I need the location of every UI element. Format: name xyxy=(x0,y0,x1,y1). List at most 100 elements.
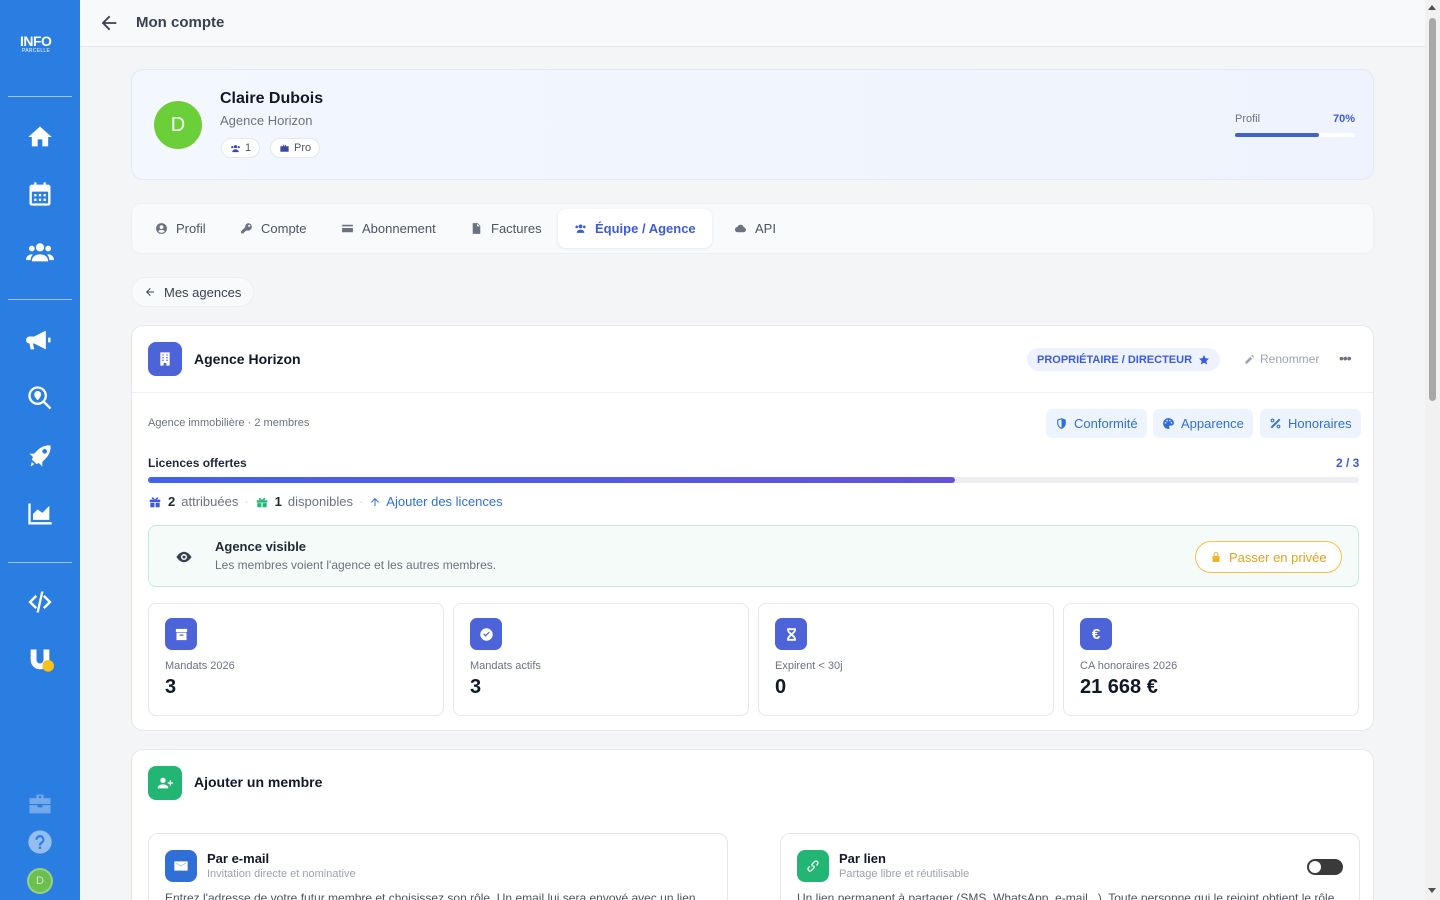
briefcase-icon xyxy=(280,144,289,152)
tab-compte[interactable]: Compte xyxy=(224,209,323,248)
available-count: 1 xyxy=(274,494,282,509)
add-member-card: Ajouter un membre Par e-mail Invitation … xyxy=(131,749,1374,900)
profile-agency: Agence Horizon xyxy=(220,113,313,128)
invite-link-toggle[interactable] xyxy=(1307,859,1343,875)
agency-header: Agence Horizon PROPRIÉTAIRE / DIRECTEUR … xyxy=(132,326,1373,393)
visibility-title: Agence visible xyxy=(215,539,307,554)
profile-progress-percent: 70% xyxy=(1333,113,1356,125)
more-options-button[interactable]: ••• xyxy=(1339,350,1352,366)
calendar-icon[interactable] xyxy=(24,178,56,210)
link-invite-subtitle: Partage libre et réutilisable xyxy=(839,868,970,880)
tab-api[interactable]: API xyxy=(718,209,792,248)
tab-label: Équipe / Agence xyxy=(595,221,696,236)
stat-value: 21 668 € xyxy=(1080,676,1158,698)
scroll-up-arrow[interactable] xyxy=(1428,5,1436,10)
licences-stats: 2 attribuées · 1 disponibles · Ajouter d… xyxy=(148,494,503,509)
cloud-icon xyxy=(734,224,746,233)
tab-factures[interactable]: Factures xyxy=(454,209,558,248)
fees-label: Honoraires xyxy=(1288,416,1352,431)
scroll-thumb[interactable] xyxy=(1429,18,1436,401)
agency-subtitle: Agence immobilière · 2 membres xyxy=(148,417,310,429)
user-plus-icon xyxy=(148,766,182,800)
chart-area-icon[interactable] xyxy=(24,498,56,530)
rename-button[interactable]: Renommer xyxy=(1244,352,1319,366)
code-icon[interactable] xyxy=(24,586,56,618)
sidebar-divider xyxy=(8,96,72,97)
visibility-panel: Agence visible Les membres voient l'agen… xyxy=(148,525,1359,587)
stat-value: 0 xyxy=(775,676,787,698)
stat-value: 3 xyxy=(165,676,177,698)
file-icon xyxy=(472,223,481,234)
tab-equipe-agence[interactable]: Équipe / Agence xyxy=(558,209,712,248)
home-icon[interactable] xyxy=(24,121,56,153)
shield-icon xyxy=(1057,418,1066,429)
lock-icon xyxy=(1212,552,1220,562)
key-icon xyxy=(241,223,252,234)
page-scrollbar[interactable] xyxy=(1425,0,1440,900)
stat-label: CA honoraires 2026 xyxy=(1080,660,1178,672)
users-icon[interactable] xyxy=(24,236,56,268)
toggle-knob xyxy=(1309,861,1321,873)
agency-card: Agence Horizon PROPRIÉTAIRE / DIRECTEUR … xyxy=(131,325,1374,731)
make-private-button[interactable]: Passer en privée xyxy=(1195,541,1342,573)
euro-icon: € xyxy=(1080,618,1112,650)
invite-by-link-card[interactable]: Par lien Partage libre et réutilisable U… xyxy=(780,833,1360,900)
profile-progress-fill xyxy=(1235,133,1319,137)
app-logo[interactable]: INFO PARCELLE xyxy=(20,34,60,60)
email-invite-title: Par e-mail xyxy=(207,851,270,866)
agency-name: Agence Horizon xyxy=(194,351,301,367)
hourglass-icon xyxy=(775,618,807,650)
licences-progress-fill xyxy=(148,477,956,483)
arrow-up-icon xyxy=(371,497,380,506)
magnet-icon[interactable] xyxy=(24,644,56,676)
stat-value: 3 xyxy=(470,676,482,698)
stat-card-mandates: Mandats 2026 3 xyxy=(148,603,444,716)
envelope-icon xyxy=(165,850,197,882)
check-circle-icon xyxy=(470,618,502,650)
megaphone-icon[interactable] xyxy=(24,324,56,356)
tab-label: Profil xyxy=(176,221,206,236)
logo-text: INFO xyxy=(20,33,52,49)
email-invite-subtitle: Invitation directe et nominative xyxy=(207,868,356,880)
make-private-label: Passer en privée xyxy=(1229,549,1327,565)
compliance-button[interactable]: Conformité xyxy=(1046,409,1147,438)
profile-avatar[interactable]: D xyxy=(152,99,204,151)
page-title: Mon compte xyxy=(136,14,225,31)
my-agencies-back-button[interactable]: Mes agences xyxy=(131,277,255,307)
link-invite-title: Par lien xyxy=(839,851,886,866)
available-label: disponibles xyxy=(287,494,353,509)
stat-card-active-mandates: Mandats actifs 3 xyxy=(453,603,749,716)
percent-icon xyxy=(1270,418,1281,429)
logo-subtext: PARCELLE xyxy=(22,48,51,54)
pencil-icon xyxy=(1245,354,1255,364)
add-licences-link[interactable]: Ajouter des licences xyxy=(369,494,503,509)
sidebar-divider xyxy=(8,299,72,300)
sidebar: INFO PARCELLE D xyxy=(0,0,80,900)
fees-button[interactable]: Honoraires xyxy=(1260,409,1361,438)
invite-by-email-card[interactable]: Par e-mail Invitation directe et nominat… xyxy=(148,833,728,900)
plan-label: Pro xyxy=(294,142,312,154)
sidebar-user-avatar[interactable]: D xyxy=(27,868,53,894)
tab-label: Abonnement xyxy=(362,221,436,236)
role-label: PROPRIÉTAIRE / DIRECTEUR xyxy=(1037,353,1193,366)
profile-progress-bar xyxy=(1235,133,1355,137)
tab-abonnement[interactable]: Abonnement xyxy=(325,209,452,248)
licences-count: 2 / 3 xyxy=(1336,456,1360,470)
email-invite-description: Entrez l'adresse de votre futur membre e… xyxy=(165,891,696,900)
appearance-button[interactable]: Apparence xyxy=(1153,409,1253,438)
scroll-down-arrow[interactable] xyxy=(1428,888,1436,893)
licences-progress-bar xyxy=(148,477,1359,483)
back-arrow-icon[interactable] xyxy=(98,12,120,34)
tab-label: Factures xyxy=(491,221,542,236)
map-search-icon[interactable] xyxy=(24,382,56,414)
profile-card: D Claire Dubois Agence Horizon 1 Pro Pro… xyxy=(131,69,1374,180)
help-icon[interactable] xyxy=(24,826,56,858)
rocket-icon[interactable] xyxy=(24,440,56,472)
profile-progress-label: Profil xyxy=(1235,113,1261,125)
rename-label: Renommer xyxy=(1260,352,1320,366)
tab-label: Compte xyxy=(261,221,307,236)
add-licences-label: Ajouter des licences xyxy=(386,494,503,509)
stat-label: Expirent < 30j xyxy=(775,660,843,672)
tab-profil[interactable]: Profil xyxy=(139,209,222,248)
toolbox-icon[interactable] xyxy=(24,788,56,820)
